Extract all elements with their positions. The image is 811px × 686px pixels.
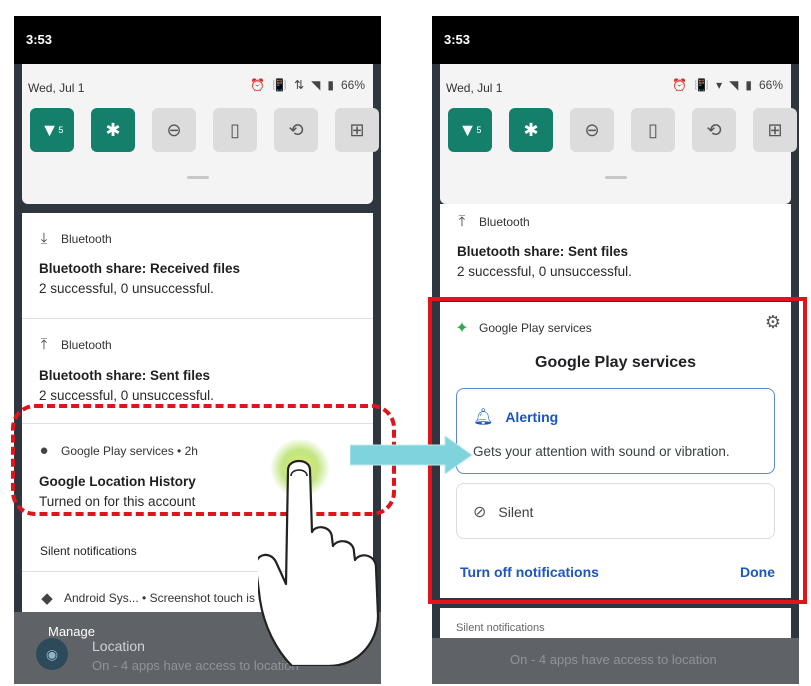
rotate-icon: ⟲	[288, 119, 304, 140]
quick-settings-panel: Wed, Jul 1 ⏰ 📳 ⇅ ◥ ▮ 66% ▼ 5 ✱ ⊖ ▯ ⟲ ⊞	[22, 64, 379, 204]
battery-percent: 66%	[340, 78, 365, 92]
battery-saver-icon: ⊞	[349, 119, 365, 140]
notification-text: 2 successful, 0 unsuccessful.	[39, 388, 214, 403]
status-time: 3:53	[26, 32, 53, 47]
notification-app-name: Bluetooth	[61, 337, 112, 352]
bluetooth-icon: ✱	[523, 119, 539, 140]
manage-button[interactable]: Manage	[48, 624, 95, 639]
wifi-status-icon: ◥	[311, 78, 321, 92]
silent-notification-text: Android Sys... • Screenshot touch is d	[64, 591, 265, 605]
wifi-status-icon: ◥	[729, 78, 739, 92]
quick-settings-panel: Wed, Jul 1 ⏰ 📳 ▾ ◥ ▮ 66% ▼ 5 ✱ ⊖ ▯ ⟲ ⊞	[440, 64, 797, 204]
download-icon: ⤓	[40, 230, 48, 247]
notification-text: 2 successful, 0 unsuccessful.	[39, 281, 214, 296]
status-bar: 3:53	[14, 16, 381, 64]
wifi-tile[interactable]: ▼ 5	[30, 108, 74, 152]
bluetooth-tile[interactable]: ✱	[91, 108, 135, 152]
flashlight-icon: ▯	[230, 119, 240, 140]
location-tile-title: Location	[92, 638, 145, 654]
battery-saver-icon: ⊞	[767, 119, 783, 140]
auto-rotate-tile[interactable]: ⟲	[274, 108, 318, 152]
upload-icon: ⤒	[458, 213, 466, 230]
vibrate-icon: 📳	[272, 78, 288, 92]
qs-tiles: ▼ 5 ✱ ⊖ ▯ ⟲ ⊞	[448, 108, 797, 152]
qs-drag-handle[interactable]	[604, 176, 627, 179]
location-icon: ◉	[36, 638, 68, 670]
qs-date: Wed, Jul 1	[28, 81, 85, 95]
auto-rotate-tile[interactable]: ⟲	[692, 108, 736, 152]
dnd-icon: ⊖	[584, 119, 600, 140]
notification-text: 2 successful, 0 unsuccessful.	[457, 264, 632, 279]
battery-icon: ▮	[327, 78, 334, 92]
tapping-hand-icon	[258, 440, 380, 666]
qs-tiles: ▼ 5 ✱ ⊖ ▯ ⟲ ⊞	[30, 108, 379, 152]
wifi-icon: ▼	[458, 119, 477, 140]
silent-section: Silent notifications	[440, 608, 791, 638]
alarm-icon: ⏰	[250, 78, 266, 92]
dnd-icon: ⊖	[166, 119, 182, 140]
battery-saver-tile[interactable]: ⊞	[753, 108, 797, 152]
flashlight-tile[interactable]: ▯	[213, 108, 257, 152]
silent-notifications-label: Silent notifications	[40, 544, 137, 558]
qs-status-icons: ⏰ 📳 ⇅ ◥ ▮ 66%	[250, 78, 365, 92]
notification-header: ⤒ Bluetooth	[37, 336, 112, 353]
status-time: 3:53	[444, 32, 471, 47]
location-tile-text: On - 4 apps have access to location	[510, 652, 717, 667]
notification-app-name: Bluetooth	[479, 214, 530, 229]
silent-notifications-label: Silent notifications	[456, 622, 545, 631]
wifi-tile[interactable]: ▼ 5	[448, 108, 492, 152]
signal-icon: ▾	[716, 78, 723, 92]
signal-icon: ⇅	[294, 78, 305, 92]
notification-header: ⤓ Bluetooth	[37, 230, 112, 247]
bluetooth-tile[interactable]: ✱	[509, 108, 553, 152]
highlight-solid-box	[428, 297, 807, 604]
notification-title: Bluetooth share: Sent files	[457, 244, 629, 259]
notification-title: Bluetooth share: Sent files	[39, 368, 211, 383]
bluetooth-icon: ✱	[105, 119, 121, 140]
alarm-icon: ⏰	[672, 78, 688, 92]
flashlight-tile[interactable]: ▯	[631, 108, 675, 152]
qs-status-icons: ⏰ 📳 ▾ ◥ ▮ 66%	[672, 78, 783, 92]
battery-saver-tile[interactable]: ⊞	[335, 108, 379, 152]
battery-percent: 66%	[758, 78, 783, 92]
qs-drag-handle[interactable]	[186, 176, 209, 179]
dnd-tile[interactable]: ⊖	[152, 108, 196, 152]
notification-header: ⤒ Bluetooth	[455, 213, 530, 230]
wifi-badge: 5	[476, 125, 482, 135]
silent-notification-item[interactable]: ◆ Android Sys... • Screenshot touch is d	[40, 589, 265, 607]
notification-title: Bluetooth share: Received files	[39, 261, 241, 276]
battery-icon: ▮	[745, 78, 752, 92]
wifi-icon: ▼	[40, 119, 59, 140]
vibrate-icon: 📳	[694, 78, 710, 92]
dnd-tile[interactable]: ⊖	[570, 108, 614, 152]
rotate-icon: ⟲	[706, 119, 722, 140]
upload-icon: ⤒	[40, 336, 48, 353]
qs-date: Wed, Jul 1	[446, 81, 503, 95]
notification-bt-sent[interactable]: ⤒ Bluetooth Bluetooth share: Sent files …	[440, 204, 791, 298]
divider	[22, 318, 373, 319]
notification-app-name: Bluetooth	[61, 231, 112, 246]
status-bar: 3:53	[432, 16, 799, 64]
wifi-badge: 5	[58, 125, 64, 135]
flashlight-icon: ▯	[648, 119, 658, 140]
manage-bar: On - 4 apps have access to location	[432, 638, 799, 684]
layers-icon: ◆	[41, 590, 53, 607]
